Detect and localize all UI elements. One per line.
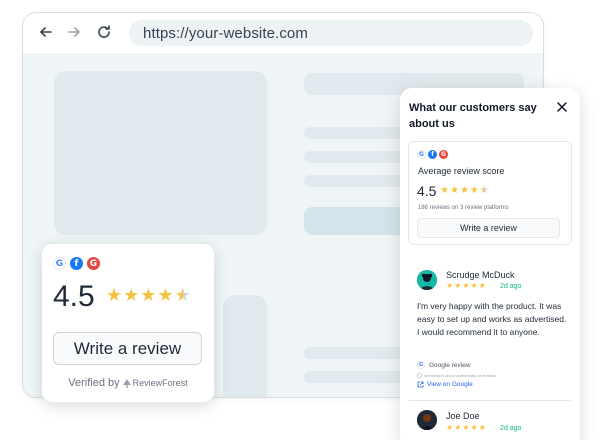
google-icon: G xyxy=(417,150,426,159)
reviewforest-logo-icon xyxy=(122,378,131,388)
facebook-icon: f xyxy=(428,150,437,159)
review-stars: ★ ★ ★ ★ ★ xyxy=(446,424,486,432)
write-review-button[interactable]: Write a review xyxy=(53,332,202,365)
reviews-widget: What our customers say about us G f G Av… xyxy=(400,88,580,440)
star-icon: ★ xyxy=(123,285,140,305)
reload-icon xyxy=(98,25,110,38)
avatar-image xyxy=(417,270,437,290)
badge-stars: ★ ★ ★ ★ ★ xyxy=(106,286,191,304)
star-icon: ★ xyxy=(174,285,191,305)
review-source-label: Google review xyxy=(429,361,471,369)
view-on-google-link[interactable]: View on Google xyxy=(417,381,473,388)
star-icon: ★ xyxy=(157,285,174,305)
platform-icons: G f G xyxy=(53,257,100,270)
star-icon: ★ xyxy=(478,281,486,290)
external-link-icon xyxy=(417,381,424,388)
google-reviews-icon: G xyxy=(87,257,100,270)
star-icon: ★ xyxy=(479,185,489,196)
placeholder-card xyxy=(223,295,267,397)
star-icon: ★ xyxy=(446,423,454,432)
star-icon: ★ xyxy=(470,281,478,290)
stage: https://your-website.com G f G 4.5 ★ ★ ★ ★ ★… xyxy=(0,0,600,440)
review-info-label: Information about authenticity of review… xyxy=(424,373,496,378)
star-icon: ★ xyxy=(106,285,123,305)
star-icon: ★ xyxy=(454,281,462,290)
google-reviews-icon: G xyxy=(439,150,448,159)
star-icon: ★ xyxy=(462,281,470,290)
verified-label: Verified by xyxy=(68,377,120,389)
arrow-right-icon xyxy=(68,27,80,37)
reload-button[interactable] xyxy=(93,21,115,43)
star-icon: ★ xyxy=(449,185,459,196)
placeholder-hero-image xyxy=(54,71,267,235)
google-icon: G xyxy=(53,257,66,270)
close-icon[interactable] xyxy=(555,100,569,114)
brand-name: ReviewForest xyxy=(132,378,188,388)
avatar xyxy=(417,410,437,430)
url-text: https://your-website.com xyxy=(143,24,308,42)
browser-toolbar: https://your-website.com xyxy=(23,13,543,53)
reviewer-name: Scrudge McDuck xyxy=(446,270,515,280)
verified-by: Verified by ReviewForest xyxy=(42,377,214,389)
review-date: 2d ago xyxy=(500,283,522,290)
star-icon: ★ xyxy=(478,423,486,432)
widget-title: What our customers say about us xyxy=(409,102,537,130)
review-count: 186 reviews on 3 review platforms xyxy=(418,205,509,211)
star-icon: ★ xyxy=(469,185,479,196)
star-icon: ★ xyxy=(440,185,449,196)
reviewer-name: Joe Doe xyxy=(446,411,480,421)
average-label: Average review score xyxy=(418,166,505,176)
star-icon: ★ xyxy=(140,285,157,305)
star-icon: ★ xyxy=(462,423,470,432)
star-icon: ★ xyxy=(470,423,478,432)
divider xyxy=(409,400,571,401)
review-badge: G f G 4.5 ★ ★ ★ ★ ★ Write a review Verified … xyxy=(42,244,214,402)
review-info: Information about authenticity of review… xyxy=(417,373,496,378)
url-bar[interactable]: https://your-website.com xyxy=(129,20,533,46)
brand: ReviewForest xyxy=(122,378,188,388)
avatar-image xyxy=(417,410,437,430)
summary-stars: ★ ★ ★ ★ ★ xyxy=(440,186,489,196)
badge-score: 4.5 xyxy=(53,280,95,313)
review-stars: ★ ★ ★ ★ ★ xyxy=(446,282,486,290)
star-icon: ★ xyxy=(459,185,469,196)
info-icon xyxy=(417,373,422,378)
review-source: G Google review xyxy=(417,361,471,369)
view-on-google-label: View on Google xyxy=(427,381,473,388)
google-icon: G xyxy=(417,361,425,369)
average-score: 4.5 xyxy=(417,183,437,199)
widget-write-review-button[interactable]: Write a review xyxy=(417,218,560,238)
facebook-icon: f xyxy=(70,257,83,270)
forward-button[interactable] xyxy=(63,21,85,43)
review-text: I'm very happy with the product. It was … xyxy=(417,301,567,337)
review-date: 2d ago xyxy=(500,425,522,432)
platform-icons: G f G xyxy=(417,150,448,159)
avatar xyxy=(417,270,437,290)
back-button[interactable] xyxy=(35,21,57,43)
star-icon: ★ xyxy=(454,423,462,432)
star-icon: ★ xyxy=(446,281,454,290)
arrow-left-icon xyxy=(40,27,52,37)
summary-card: G f G Average review score 4.5 ★ ★ ★ ★ ★ 186… xyxy=(408,141,572,245)
